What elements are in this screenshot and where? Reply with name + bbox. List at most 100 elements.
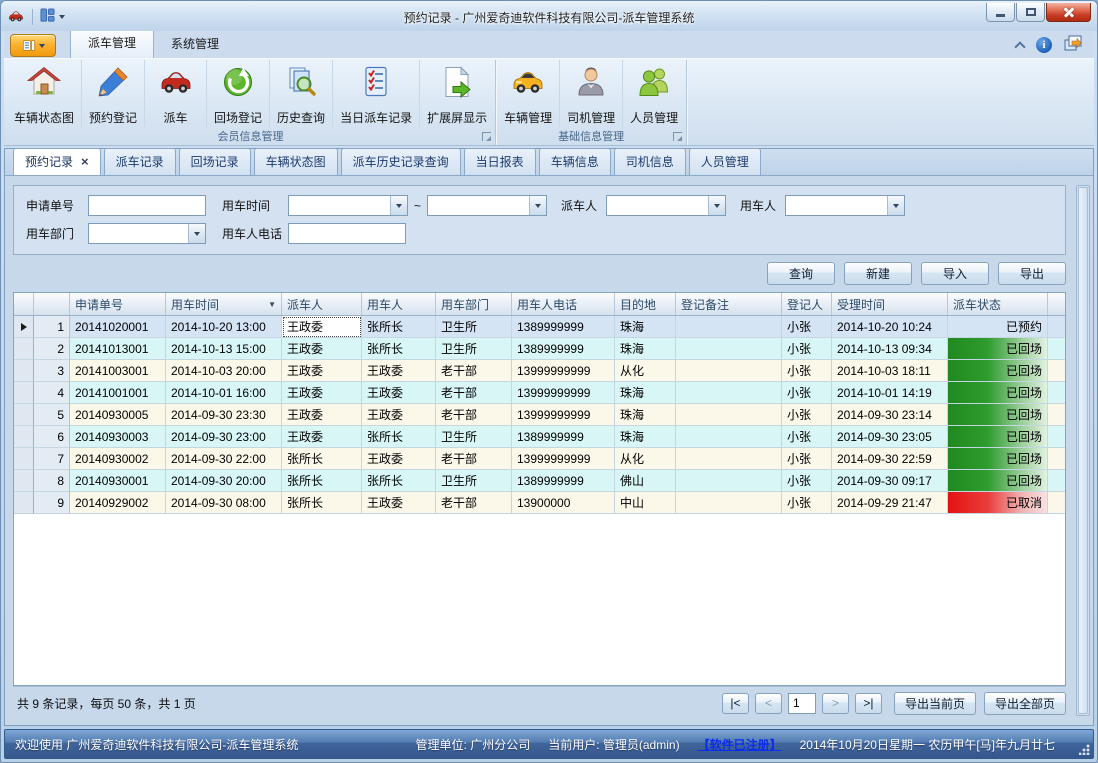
green-refresh-icon [220,65,256,99]
tab-driver-info[interactable]: 司机信息 [614,148,686,175]
col-accept-time[interactable]: 受理时间 [832,293,948,315]
request-no-input[interactable] [88,195,206,216]
range-tilde: ~ [414,199,421,213]
tab-dispatch-records[interactable]: 派车记录 [104,148,176,175]
daily-dispatch-record-button[interactable]: 当日派车记录 [332,60,419,127]
col-request-no[interactable]: 申请单号 [70,293,166,315]
next-page-button[interactable]: > [822,693,849,714]
history-search-icon [283,65,319,99]
table-row[interactable]: 1 20141020001 2014-10-20 13:00 王政委 张所长 卫… [14,316,1065,338]
cell [676,448,782,470]
col-user-phone[interactable]: 用车人电话 [512,293,615,315]
table-row[interactable]: 8 20140930001 2014-09-30 20:00 张所长 张所长 卫… [14,470,1065,492]
cell: 从化 [615,448,676,470]
ribbon-tab-dispatch[interactable]: 派车管理 [70,28,154,58]
use-time-from-combo[interactable] [288,195,408,216]
row-number: 4 [34,382,70,404]
reserve-register-button[interactable]: 预约登记 [81,60,144,127]
cell [676,382,782,404]
cell: 1389999999 [512,426,615,448]
app-window: 预约记录 - 广州爱奇迪软件科技有限公司-派车管理系统 派车管理 系统管理 i [0,0,1098,763]
cell: 老干部 [436,492,512,514]
ribbon-tab-system[interactable]: 系统管理 [154,30,236,58]
minimize-icon [996,14,1005,17]
cell: 中山 [615,492,676,514]
tab-people-manage[interactable]: 人员管理 [689,148,761,175]
tab-return-records[interactable]: 回场记录 [179,148,251,175]
dispatch-status-badge: 已回场 [948,360,1048,382]
quick-access-toolbar [7,8,65,27]
last-page-button[interactable]: >| [855,693,882,714]
export-all-pages-button[interactable]: 导出全部页 [984,692,1066,715]
vehicle-status-button[interactable]: 车辆状态图 [7,60,81,127]
tab-vehicle-status[interactable]: 车辆状态图 [254,148,338,175]
department-combo[interactable] [88,223,206,244]
table-row[interactable]: 3 20141003001 2014-10-03 20:00 王政委 王政委 老… [14,360,1065,382]
use-time-to-combo[interactable] [427,195,547,216]
status-bar: 欢迎使用 广州爱奇迪软件科技有限公司-派车管理系统 管理单位: 广州分公司 当前… [4,729,1094,759]
tab-vehicle-info[interactable]: 车辆信息 [539,148,611,175]
col-register-note[interactable]: 登记备注 [676,293,782,315]
export-button[interactable]: 导出 [998,262,1066,285]
driver-manage-button[interactable]: 司机管理 [559,60,622,127]
user-combo[interactable] [785,195,905,216]
close-button[interactable] [1046,3,1091,22]
focused-cell[interactable]: 王政委 [282,316,362,338]
user-label: 用车人 [740,197,776,214]
col-user[interactable]: 用车人 [362,293,436,315]
tab-reservation-records[interactable]: 预约记录 × [13,148,101,175]
prev-page-button[interactable]: < [755,693,782,714]
page-number-input[interactable] [788,693,816,714]
info-icon[interactable]: i [1036,37,1052,53]
qat-dropdown-icon[interactable] [59,15,65,19]
col-destination[interactable]: 目的地 [615,293,676,315]
minimize-button[interactable] [986,3,1015,22]
maximize-button[interactable] [1016,3,1045,22]
table-row[interactable]: 6 20140930003 2014-09-30 23:00 王政委 张所长 卫… [14,426,1065,448]
create-button[interactable]: 新建 [844,262,912,285]
dialog-launcher-icon[interactable] [673,132,682,141]
scrollbar-thumb[interactable] [1078,187,1088,714]
table-row[interactable]: 7 20140930002 2014-09-30 22:00 张所长 王政委 老… [14,448,1065,470]
tab-dispatch-history-query[interactable]: 派车历史记录查询 [341,148,461,175]
cell: 王政委 [362,404,436,426]
col-dispatch-status[interactable]: 派车状态 [948,293,1048,315]
col-dispatcher[interactable]: 派车人 [282,293,362,315]
history-query-button[interactable]: 历史查询 [269,60,332,127]
user-phone-input[interactable] [288,223,406,244]
col-use-time[interactable]: 用车时间▼ [166,293,282,315]
col-registrar[interactable]: 登记人 [782,293,832,315]
ribbon-right-tools: i [1016,35,1090,58]
tab-daily-report[interactable]: 当日报表 [464,148,536,175]
table-row[interactable]: 9 20140929002 2014-09-30 08:00 张所长 王政委 老… [14,492,1065,514]
vehicle-manage-button[interactable]: 车辆管理 [497,60,559,127]
collapse-ribbon-icon[interactable] [1014,41,1025,52]
dispatch-status-badge: 已取消 [948,492,1048,514]
dispatcher-combo[interactable] [606,195,726,216]
license-link[interactable]: 【软件已注册】 [698,736,782,753]
return-register-button[interactable]: 回场登记 [206,60,269,127]
table-row[interactable]: 4 20141001001 2014-10-01 16:00 王政委 王政委 老… [14,382,1065,404]
table-row[interactable]: 5 20140930005 2014-09-30 23:30 王政委 王政委 老… [14,404,1065,426]
dialog-launcher-icon[interactable] [482,132,491,141]
switch-window-icon[interactable] [1064,35,1082,54]
resize-grip[interactable] [1079,744,1090,755]
current-row-indicator [14,316,34,338]
app-menu-button[interactable] [10,34,56,57]
query-button[interactable]: 查询 [767,262,835,285]
maximize-icon [1026,8,1036,16]
first-page-button[interactable]: |< [722,693,749,714]
col-department[interactable]: 用车部门 [436,293,512,315]
close-tab-icon[interactable]: × [81,157,89,167]
current-row-arrow-icon [21,323,27,331]
layout-icon[interactable] [40,8,55,26]
vertical-scrollbar[interactable] [1076,185,1090,716]
row-number: 6 [34,426,70,448]
dispatch-status-badge: 已回场 [948,426,1048,448]
extend-screen-button[interactable]: 扩展屏显示 [419,60,494,127]
table-row[interactable]: 2 20141013001 2014-10-13 15:00 王政委 张所长 卫… [14,338,1065,360]
export-current-page-button[interactable]: 导出当前页 [894,692,976,715]
import-button[interactable]: 导入 [921,262,989,285]
people-manage-button[interactable]: 人员管理 [622,60,685,127]
dispatch-button[interactable]: 派车 [144,60,206,127]
